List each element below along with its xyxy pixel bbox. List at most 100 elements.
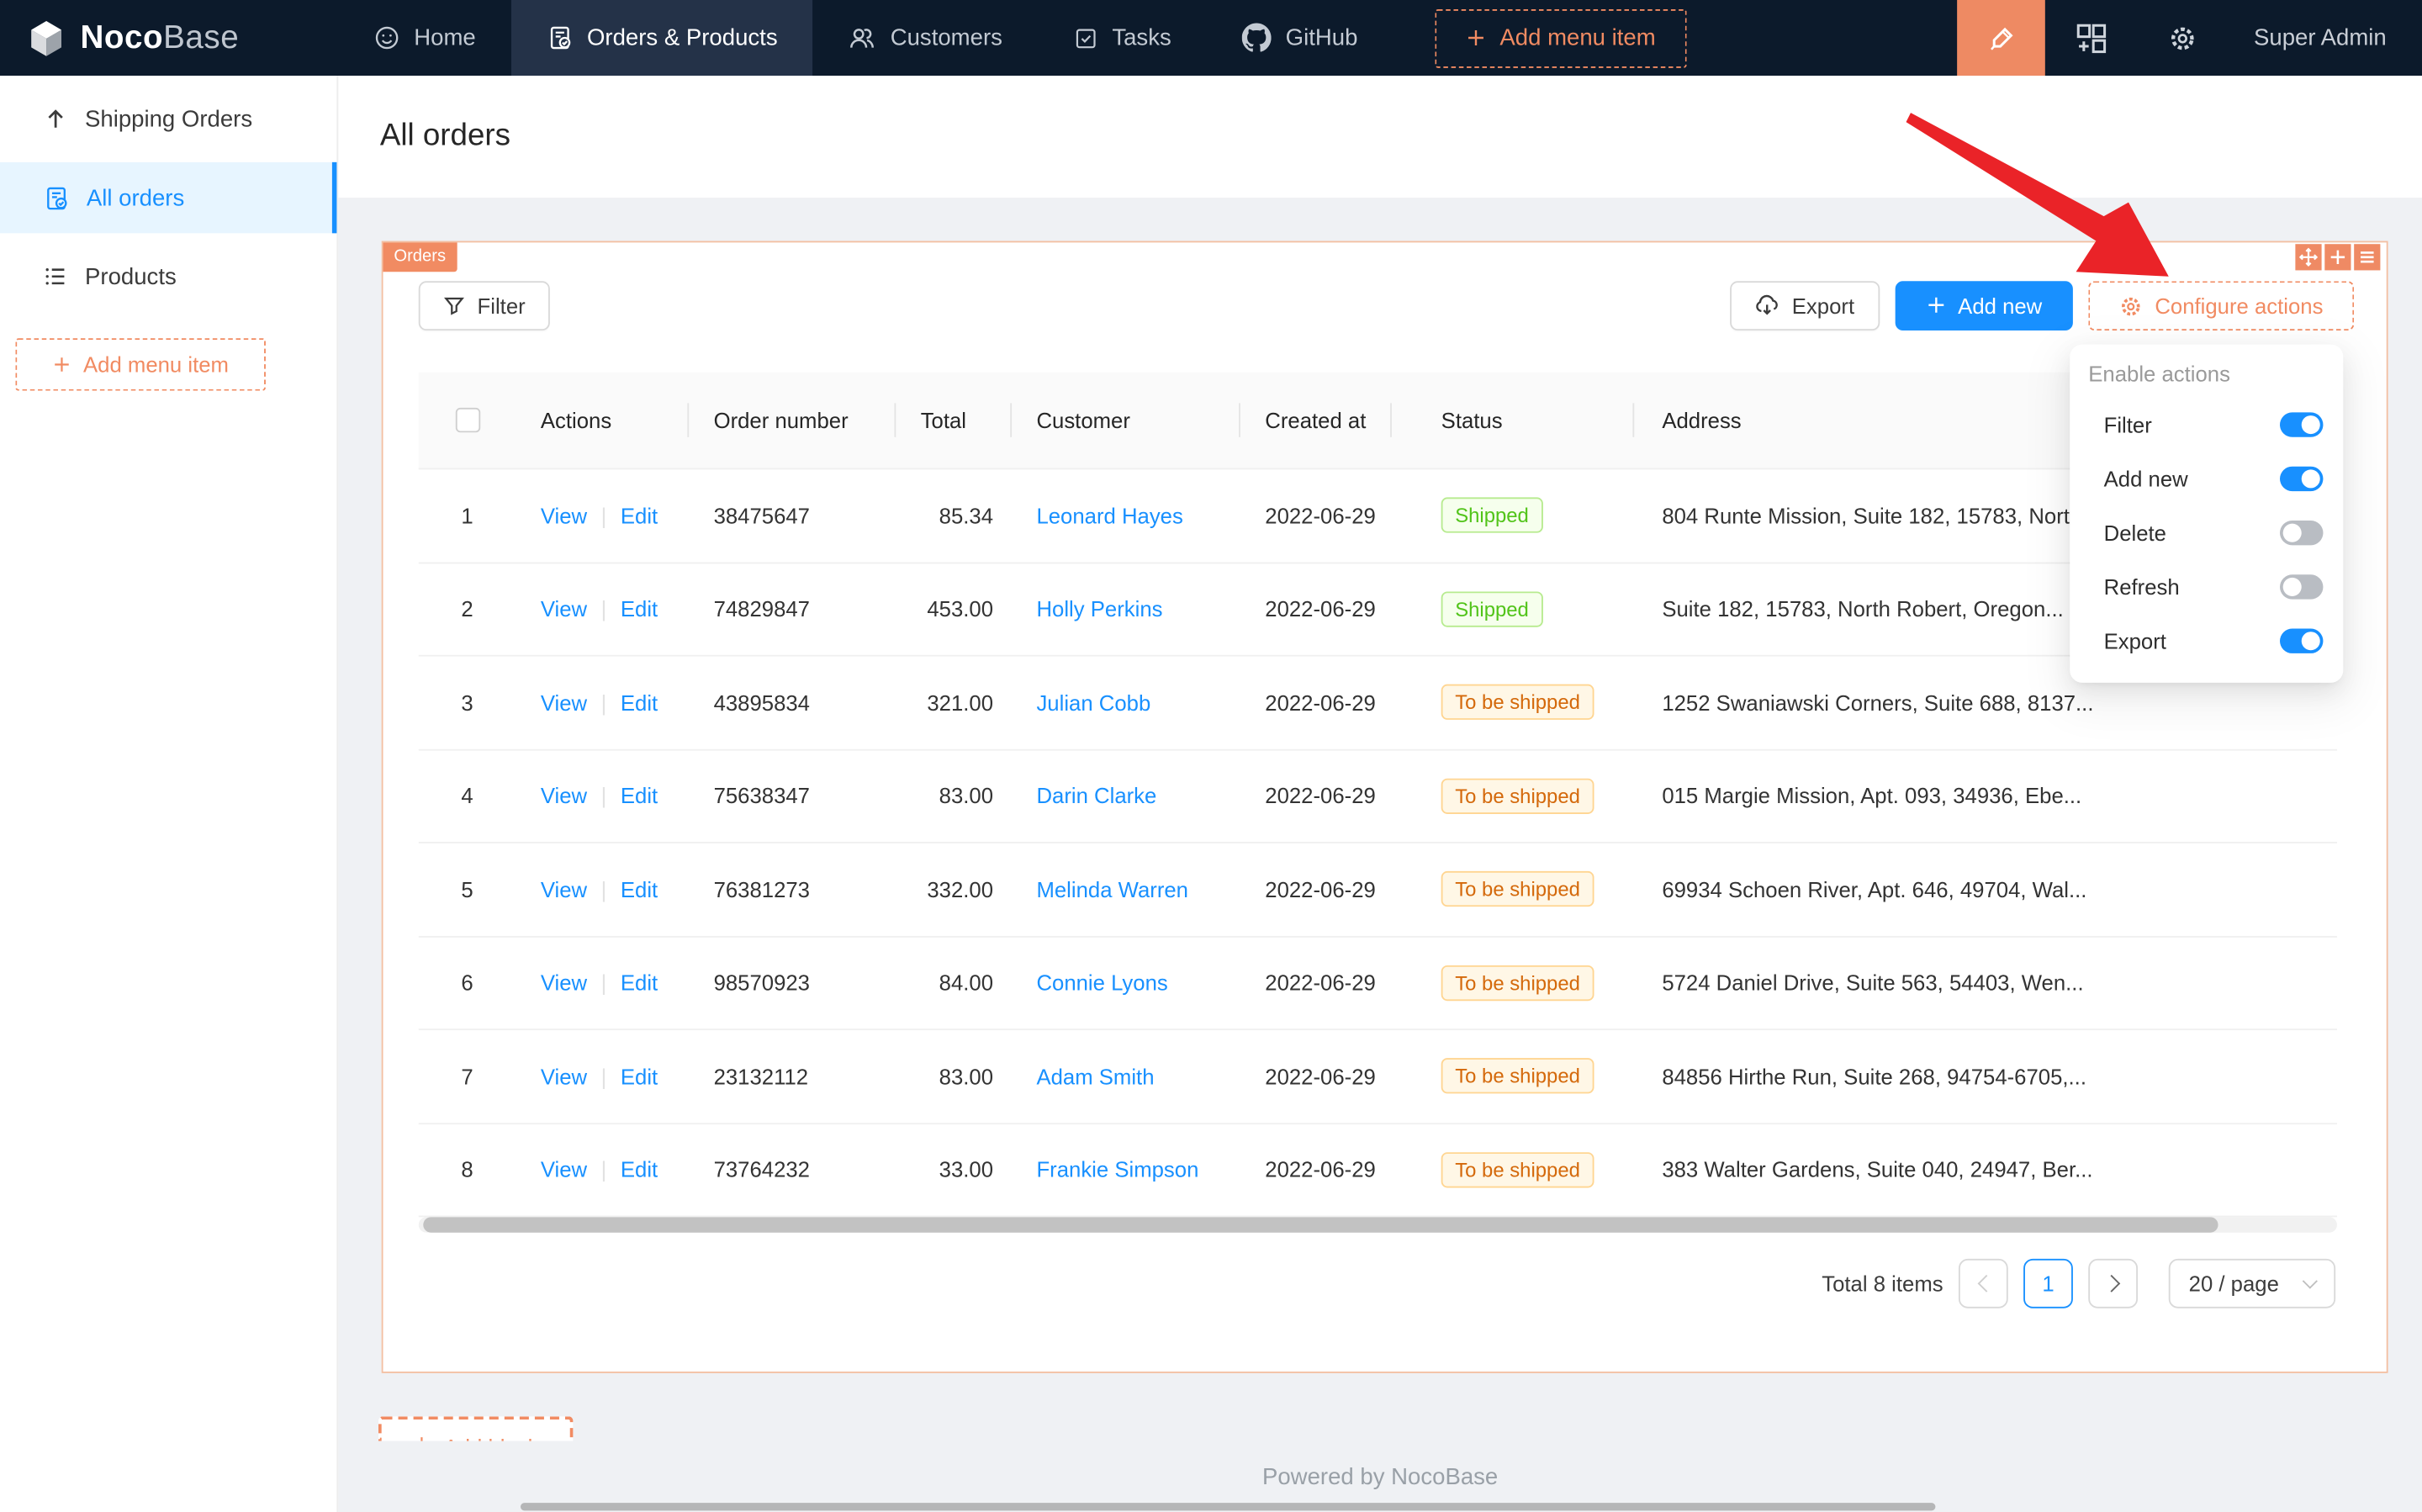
- customer-link[interactable]: Frankie Simpson: [1036, 1157, 1198, 1182]
- enable-action-item[interactable]: Refresh: [2070, 559, 2343, 613]
- nocobase-logo[interactable]: NocoBase: [0, 0, 338, 76]
- drag-move-icon[interactable]: [2295, 244, 2321, 270]
- customer-link[interactable]: Leonard Hayes: [1036, 503, 1182, 527]
- ui-editor-button[interactable]: [1957, 0, 2045, 76]
- column-header-status[interactable]: Status: [1392, 373, 1634, 468]
- nav-item-home[interactable]: Home: [338, 0, 511, 76]
- view-link[interactable]: View: [541, 970, 587, 995]
- plus-icon: [1466, 28, 1486, 48]
- enable-action-item[interactable]: Export: [2070, 613, 2343, 667]
- customer-link[interactable]: Holly Perkins: [1036, 596, 1162, 621]
- chevron-right-icon: [2102, 1275, 2120, 1293]
- add-new-button[interactable]: Add new: [1895, 281, 2073, 330]
- add-block-plus-icon[interactable]: [2324, 244, 2351, 270]
- column-header-order-number[interactable]: Order number: [689, 373, 896, 468]
- sidebar-item-products[interactable]: Products: [0, 241, 336, 312]
- toggle-switch[interactable]: [2280, 411, 2323, 436]
- created-at-cell: 2022-06-29: [1240, 563, 1392, 654]
- customer-link[interactable]: Julian Cobb: [1036, 690, 1150, 715]
- order-number-cell: 76381273: [689, 843, 896, 935]
- github-icon: [1242, 24, 1272, 53]
- total-cell: 33.00: [896, 1123, 1012, 1215]
- link-divider: |: [601, 503, 607, 527]
- edit-link[interactable]: Edit: [621, 877, 658, 901]
- edit-link[interactable]: Edit: [621, 596, 658, 621]
- order-number-cell: 73764232: [689, 1123, 896, 1215]
- toggle-switch[interactable]: [2280, 466, 2323, 490]
- view-link[interactable]: View: [541, 503, 587, 527]
- sidebar-item-all-orders[interactable]: All orders: [0, 162, 336, 233]
- powered-by-footer: Powered by NocoBase: [338, 1464, 2422, 1490]
- edit-link[interactable]: Edit: [621, 784, 658, 808]
- status-badge: To be shipped: [1441, 871, 1594, 907]
- row-index: 8: [419, 1123, 516, 1215]
- cloud-download-icon: [1755, 293, 1779, 318]
- view-link[interactable]: View: [541, 690, 587, 715]
- edit-link[interactable]: Edit: [621, 503, 658, 527]
- status-cell: Shipped: [1392, 563, 1634, 654]
- customer-link[interactable]: Adam Smith: [1036, 1064, 1154, 1088]
- pagination-page-1[interactable]: 1: [2023, 1259, 2073, 1308]
- filter-button[interactable]: Filter: [419, 281, 550, 330]
- navbar-add-menu-item-button[interactable]: Add menu item: [1435, 8, 1686, 67]
- enable-action-item[interactable]: Filter: [2070, 397, 2343, 451]
- column-header-total[interactable]: Total: [896, 373, 1012, 468]
- customer-link[interactable]: Connie Lyons: [1036, 970, 1167, 995]
- edit-link[interactable]: Edit: [621, 1064, 658, 1088]
- table-row: 3 View | Edit 43895834 321.00 Julian Cob…: [419, 657, 2337, 750]
- status-badge: Shipped: [1441, 498, 1543, 533]
- block-menu-icon[interactable]: [2354, 244, 2380, 270]
- customer-link[interactable]: Melinda Warren: [1036, 877, 1188, 901]
- column-header-customer[interactable]: Customer: [1012, 373, 1240, 468]
- row-actions: View | Edit: [516, 563, 689, 654]
- nav-item-github[interactable]: GitHub: [1207, 0, 1393, 76]
- customer-link[interactable]: Darin Clarke: [1036, 784, 1156, 808]
- pagination-next-button[interactable]: [2088, 1259, 2138, 1308]
- order-number-cell: 98570923: [689, 937, 896, 1028]
- row-index: 2: [419, 563, 516, 654]
- view-link[interactable]: View: [541, 1157, 587, 1182]
- edit-link[interactable]: Edit: [621, 690, 658, 715]
- row-index: 1: [419, 469, 516, 561]
- add-block-button[interactable]: Add block: [378, 1416, 573, 1441]
- plugin-blocks-icon[interactable]: [2075, 21, 2108, 55]
- export-button[interactable]: Export: [1730, 281, 1879, 330]
- created-at-cell: 2022-06-29: [1240, 657, 1392, 748]
- view-link[interactable]: View: [541, 877, 587, 901]
- toggle-switch[interactable]: [2280, 574, 2323, 598]
- created-at-cell: 2022-06-29: [1240, 1030, 1392, 1122]
- view-link[interactable]: View: [541, 784, 587, 808]
- view-link[interactable]: View: [541, 596, 587, 621]
- plus-icon: [1926, 295, 1946, 315]
- row-index: 6: [419, 937, 516, 1028]
- created-at-cell: 2022-06-29: [1240, 843, 1392, 935]
- status-badge: To be shipped: [1441, 778, 1594, 813]
- table-scrollbar-thumb[interactable]: [423, 1217, 2218, 1232]
- select-all-checkbox[interactable]: [455, 408, 479, 432]
- page-scrollbar-thumb[interactable]: [521, 1503, 1935, 1510]
- nav-item-tasks[interactable]: Tasks: [1038, 0, 1207, 76]
- total-cell: 332.00: [896, 843, 1012, 935]
- table-row: 5 View | Edit 76381273 332.00 Melinda Wa…: [419, 843, 2337, 937]
- column-header-actions[interactable]: Actions: [516, 373, 689, 468]
- enable-action-item[interactable]: Add new: [2070, 451, 2343, 505]
- sidebar-item-shipping-orders[interactable]: Shipping Orders: [0, 83, 336, 154]
- toggle-switch[interactable]: [2280, 520, 2323, 544]
- highlighter-icon: [1986, 23, 2017, 54]
- configure-actions-button[interactable]: Configure actions: [2088, 281, 2354, 330]
- edit-link[interactable]: Edit: [621, 970, 658, 995]
- nav-item-customers[interactable]: Customers: [813, 0, 1038, 76]
- settings-gear-icon[interactable]: [2169, 24, 2197, 51]
- enable-action-item[interactable]: Delete: [2070, 505, 2343, 559]
- nav-add-label: Add menu item: [1499, 24, 1655, 50]
- nav-item-orders-products[interactable]: Orders & Products: [511, 0, 813, 76]
- page-size-select[interactable]: 20 / page: [2169, 1259, 2335, 1308]
- column-header-created-at[interactable]: Created at: [1240, 373, 1392, 468]
- edit-link[interactable]: Edit: [621, 1157, 658, 1182]
- pagination-prev-button[interactable]: [1959, 1259, 2008, 1308]
- table-scrollbar-track: [419, 1217, 2337, 1232]
- view-link[interactable]: View: [541, 1064, 587, 1088]
- user-menu[interactable]: Super Admin: [2254, 24, 2387, 50]
- sidebar-add-menu-item-button[interactable]: Add menu item: [15, 338, 266, 390]
- toggle-switch[interactable]: [2280, 628, 2323, 653]
